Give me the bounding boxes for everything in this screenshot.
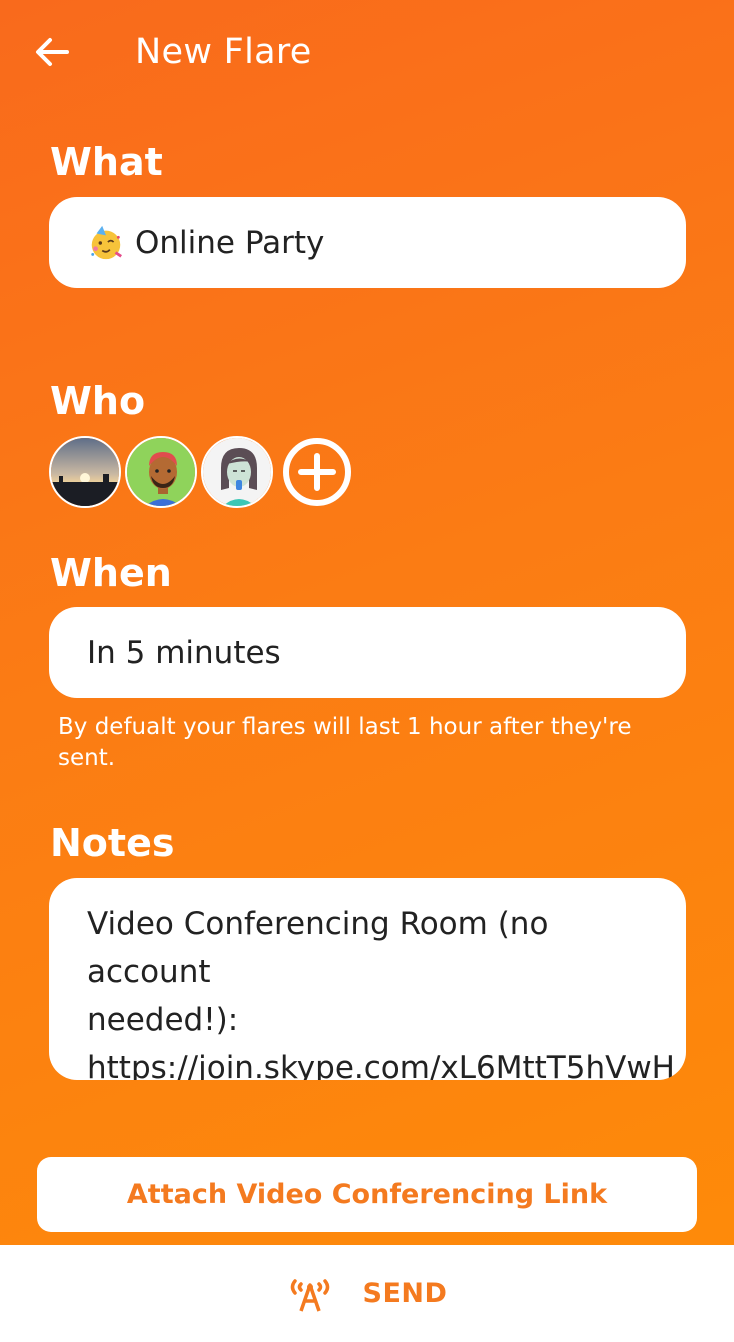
send-label: SEND bbox=[362, 1278, 448, 1309]
bottom-bar: SEND bbox=[0, 1245, 734, 1342]
notes-line: https://join.skype.com/xL6MttT5hVwH bbox=[87, 1050, 675, 1080]
attach-video-link-button[interactable]: Attach Video Conferencing Link bbox=[37, 1157, 697, 1232]
arrow-left-icon[interactable] bbox=[35, 37, 69, 67]
when-helper-text: By defualt your flares will last 1 hour … bbox=[58, 714, 632, 771]
who-label: Who bbox=[50, 379, 146, 423]
notes-line: Video Conferencing Room (no account bbox=[87, 906, 549, 990]
when-field[interactable]: In 5 minutes bbox=[49, 607, 686, 698]
send-button[interactable]: SEND bbox=[287, 1275, 448, 1313]
sunset-photo-avatar[interactable] bbox=[49, 436, 121, 508]
app-bar: New Flare bbox=[0, 0, 734, 108]
notes-line: needed!): bbox=[87, 1002, 239, 1038]
what-field[interactable]: Online Party bbox=[49, 197, 686, 288]
back-button[interactable] bbox=[30, 30, 74, 74]
woman-avatar[interactable] bbox=[201, 436, 273, 508]
broadcast-icon bbox=[290, 1278, 329, 1312]
notes-label: Notes bbox=[50, 821, 175, 865]
what-value: Online Party bbox=[135, 224, 325, 261]
bearded-man-avatar[interactable] bbox=[125, 436, 197, 508]
partying-face-emoji bbox=[91, 225, 122, 259]
plus-circle-icon[interactable] bbox=[281, 436, 353, 508]
page-title: New Flare bbox=[135, 32, 312, 72]
when-value: In 5 minutes bbox=[87, 634, 281, 671]
invitee-list bbox=[49, 436, 353, 508]
add-person-button[interactable] bbox=[281, 436, 353, 508]
when-label: When bbox=[50, 551, 172, 595]
what-label: What bbox=[50, 140, 163, 184]
notes-field[interactable]: Video Conferencing Room (no account need… bbox=[49, 878, 686, 1080]
